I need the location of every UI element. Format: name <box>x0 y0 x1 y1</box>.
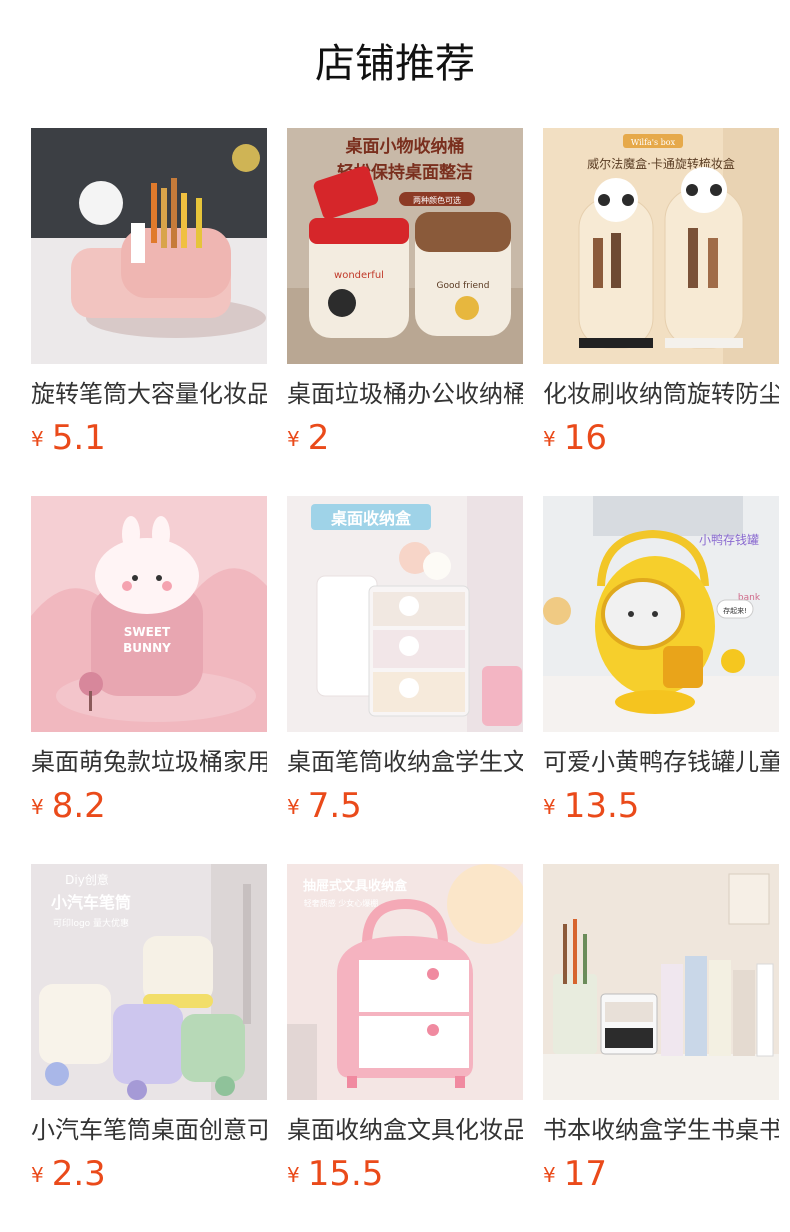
product-name[interactable]: 桌面萌兔款垃圾桶家用 <box>31 742 267 782</box>
product-name[interactable]: 桌面收纳盒文具化妆品 <box>287 1110 523 1150</box>
product-card[interactable]: Wilfa's box 威尔法魔盒·卡通旋转梳妆盒 化妆刷收纳筒旋转防尘 ¥16 <box>543 128 779 458</box>
currency-symbol: ¥ <box>287 795 300 819</box>
product-name[interactable]: 书本收纳盒学生书桌书立 <box>543 1110 779 1150</box>
product-image[interactable]: 桌面小物收纳桶 轻松保持桌面整洁 两种颜色可选 wonderful Good f… <box>287 128 523 364</box>
image-caption: Diy创意 <box>65 872 109 887</box>
product-card[interactable]: 书本收纳盒学生书桌书立 ¥17 <box>543 864 779 1194</box>
price-value: 2.3 <box>51 1154 106 1194</box>
product-card[interactable]: 桌面小物收纳桶 轻松保持桌面整洁 两种颜色可选 wonderful Good f… <box>287 128 523 458</box>
product-price: ¥15.5 <box>287 1154 383 1194</box>
product-price: ¥2.3 <box>31 1154 106 1194</box>
price-value: 5.1 <box>51 418 106 458</box>
product-image[interactable]: SWEET BUNNY <box>31 496 267 732</box>
product-image[interactable]: Wilfa's box 威尔法魔盒·卡通旋转梳妆盒 <box>543 128 779 364</box>
product-image[interactable] <box>543 864 779 1100</box>
product-price: ¥7.5 <box>287 786 362 826</box>
currency-symbol: ¥ <box>287 427 300 451</box>
image-caption: SWEET <box>124 625 171 639</box>
product-card[interactable]: Diy创意 小汽车笔筒 可印logo 量大优惠 小汽车笔筒桌面创意可爱 ¥2.3 <box>31 864 267 1194</box>
product-price: ¥16 <box>543 418 607 458</box>
image-caption: 存起来! <box>723 606 747 615</box>
image-caption: Good friend <box>437 281 490 291</box>
product-card[interactable]: 旋转笔筒大容量化妆品收纳盒 ¥5.1 <box>31 128 267 458</box>
product-image[interactable]: 桌面收纳盒 <box>287 496 523 732</box>
currency-symbol: ¥ <box>543 795 556 819</box>
image-badge: 两种颜色可选 <box>413 195 461 205</box>
section-title: 店铺推荐 <box>315 41 475 87</box>
price-value: 2 <box>307 418 330 458</box>
price-value: 16 <box>563 418 607 458</box>
image-caption: 桌面收纳盒 <box>331 509 412 528</box>
price-value: 8.2 <box>51 786 106 826</box>
image-caption: 可印logo 量大优惠 <box>53 917 129 929</box>
price-value: 17 <box>563 1154 607 1194</box>
currency-symbol: ¥ <box>31 795 44 819</box>
currency-symbol: ¥ <box>31 427 44 451</box>
product-image[interactable]: 小鸭存钱罐 bank 存起来! <box>543 496 779 732</box>
price-value: 15.5 <box>307 1154 384 1194</box>
image-caption: 桌面小物收纳桶 <box>346 136 465 157</box>
product-name[interactable]: 桌面垃圾桶办公收纳桶 <box>287 374 523 414</box>
product-image[interactable]: 抽屉式文具收纳盒 轻奢质感 少女心爆棚 <box>287 864 523 1100</box>
product-card[interactable]: SWEET BUNNY 桌面萌兔款垃圾桶家用 ¥8.2 <box>31 496 267 826</box>
price-value: 13.5 <box>563 786 640 826</box>
product-name[interactable]: 小汽车笔筒桌面创意可爱 <box>31 1110 267 1150</box>
product-card[interactable]: 抽屉式文具收纳盒 轻奢质感 少女心爆棚 桌面收纳盒文具化妆品 ¥15.5 <box>287 864 523 1194</box>
product-card[interactable]: 桌面收纳盒 桌面笔筒收纳盒学生文具 ¥7.5 <box>287 496 523 826</box>
product-name[interactable]: 化妆刷收纳筒旋转防尘 <box>543 374 779 414</box>
product-name[interactable]: 桌面笔筒收纳盒学生文具 <box>287 742 523 782</box>
product-price: ¥5.1 <box>31 418 106 458</box>
currency-symbol: ¥ <box>543 427 556 451</box>
image-caption: 小汽车笔筒 <box>51 893 131 912</box>
currency-symbol: ¥ <box>31 1163 44 1187</box>
product-image[interactable]: Diy创意 小汽车笔筒 可印logo 量大优惠 <box>31 864 267 1100</box>
product-price: ¥8.2 <box>31 786 106 826</box>
product-price: ¥13.5 <box>543 786 639 826</box>
image-caption: wonderful <box>334 270 384 281</box>
image-caption: Wilfa's box <box>631 138 676 147</box>
image-caption: 小鸭存钱罐 <box>699 532 759 547</box>
currency-symbol: ¥ <box>543 1163 556 1187</box>
product-name[interactable]: 旋转笔筒大容量化妆品收纳盒 <box>31 374 267 414</box>
product-price: ¥2 <box>287 418 329 458</box>
image-caption: BUNNY <box>123 641 171 655</box>
product-name[interactable]: 可爱小黄鸭存钱罐儿童 <box>543 742 779 782</box>
product-price: ¥17 <box>543 1154 607 1194</box>
image-caption: 抽屉式文具收纳盒 <box>303 878 408 894</box>
image-caption: 轻奢质感 少女心爆棚 <box>304 898 379 908</box>
currency-symbol: ¥ <box>287 1163 300 1187</box>
product-card[interactable]: 小鸭存钱罐 bank 存起来! 可爱小黄鸭存钱罐儿童 ¥13.5 <box>543 496 779 826</box>
price-value: 7.5 <box>307 786 362 826</box>
product-image[interactable] <box>31 128 267 364</box>
